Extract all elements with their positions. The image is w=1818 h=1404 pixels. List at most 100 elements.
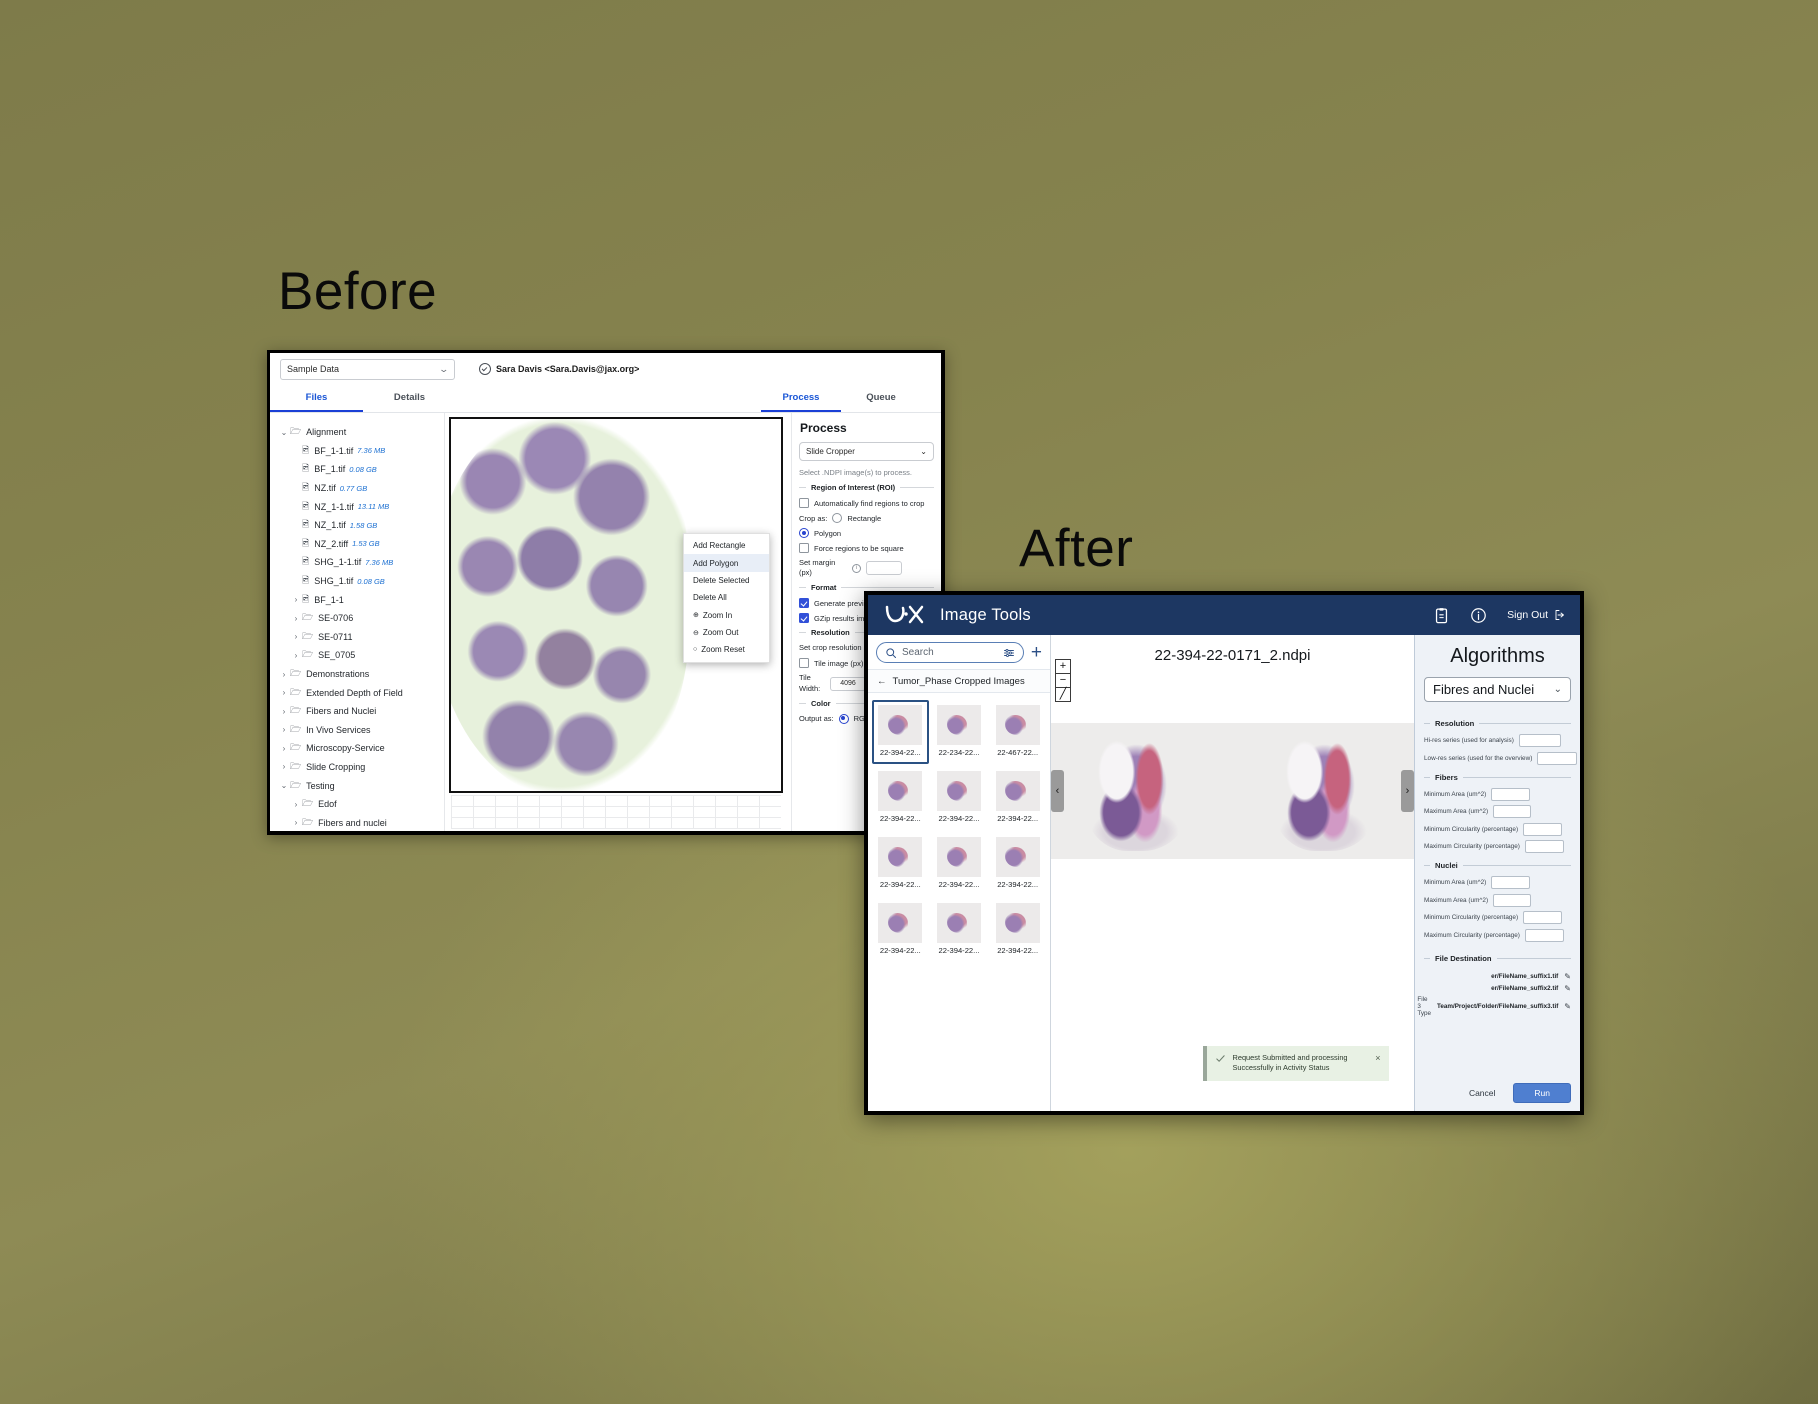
tab-files[interactable]: Files <box>270 385 363 412</box>
context-menu-item[interactable]: ⊕ Zoom In <box>684 607 769 624</box>
parameter-input[interactable] <box>1491 876 1531 889</box>
chevron-right-icon[interactable]: › <box>290 818 302 827</box>
info-icon[interactable]: i <box>852 563 861 573</box>
parameter-input[interactable] <box>1491 787 1531 801</box>
run-button[interactable]: Run <box>1513 1083 1571 1103</box>
thumbnail-item[interactable]: 22-394-22... <box>872 832 929 896</box>
file-tree-item[interactable]: › 🗁 Microscopy-Service <box>270 739 444 758</box>
thumbnail-item[interactable]: 22-394-22... <box>872 766 929 830</box>
thumbnail-item[interactable]: 22-394-22... <box>931 766 988 830</box>
algorithm-select[interactable]: Slide Cropper ⌄ <box>799 442 934 461</box>
context-menu-item[interactable]: Delete All <box>684 589 769 606</box>
chevron-down-icon[interactable]: ⌄ <box>278 781 290 790</box>
chevron-down-icon[interactable]: ⌄ <box>278 428 290 437</box>
parameter-input[interactable] <box>1523 911 1563 924</box>
zoom-in-button[interactable]: + <box>1056 660 1070 674</box>
file-tree-item[interactable]: ⌄ 🗁 Alignment <box>270 423 444 442</box>
file-tree-item[interactable]: 🖻 SHG_1.tif 0.08 GB <box>270 572 444 591</box>
thumbnail-item[interactable]: 22-234-22... <box>931 700 988 764</box>
crop-polygon-radio[interactable] <box>799 528 809 538</box>
sign-out-button[interactable]: Sign Out <box>1507 609 1566 621</box>
breadcrumb[interactable]: ← Tumor_Phase Cropped Images <box>868 669 1050 693</box>
thumbnail-grid[interactable]: 22-394-22... 22-234-22... 22-467-22... 22-3… <box>868 693 1050 1111</box>
generate-preview-checkbox[interactable] <box>799 598 809 609</box>
edit-pencil-icon[interactable]: ✎ <box>1564 984 1571 993</box>
chevron-right-icon[interactable]: › <box>290 651 302 660</box>
filter-settings-icon[interactable] <box>1003 647 1015 659</box>
clipboard-icon[interactable] <box>1433 607 1450 624</box>
tab-process[interactable]: Process <box>761 385 841 412</box>
file-tree-item[interactable]: › 🗁 Fibers and Nuclei <box>270 702 444 721</box>
file-tree-item[interactable]: 🖻 NZ_2.tiff 1.53 GB <box>270 535 444 554</box>
thumbnail-item[interactable]: 22-394-22... <box>989 832 1046 896</box>
gzip-checkbox[interactable] <box>799 613 809 624</box>
file-tree-item[interactable]: › 🗁 Fibers and nuclei <box>270 813 444 831</box>
file-tree-item[interactable]: 🖻 BF_1.tif 0.08 GB <box>270 460 444 479</box>
file-tree-item[interactable]: 🖻 NZ_1.tif 1.58 GB <box>270 516 444 535</box>
project-select[interactable]: Sample Data ⌄ <box>280 358 455 380</box>
slide-viewer[interactable]: ‹ › <box>1051 723 1414 859</box>
parameter-input[interactable] <box>1493 893 1532 907</box>
auto-find-row[interactable]: Automatically find regions to crop <box>799 498 934 508</box>
file-tree-item[interactable]: › 🗁 SE-0711 <box>270 628 444 647</box>
thumbnail-item[interactable]: 22-394-22... <box>872 700 929 764</box>
thumbnail-item[interactable]: 22-394-22... <box>931 898 988 962</box>
output-rgb-radio[interactable] <box>838 713 849 724</box>
tab-queue[interactable]: Queue <box>841 385 921 412</box>
file-tree[interactable]: ⌄ 🗁 Alignment 🖻 BF_1-1.tif 7.36 MB 🖻 BF_1.tif 0.… <box>270 413 445 831</box>
file-tree-item[interactable]: › 🗁 SE_0705 <box>270 646 444 665</box>
thumbnail-item[interactable]: 22-394-22... <box>989 898 1046 962</box>
tile-image-checkbox[interactable] <box>799 658 809 669</box>
chevron-right-icon[interactable]: › <box>290 632 302 641</box>
cancel-button[interactable]: Cancel <box>1461 1084 1503 1102</box>
file-tree-item[interactable]: 🖻 BF_1-1.tif 7.36 MB <box>270 442 444 461</box>
context-menu-item[interactable]: Delete Selected <box>684 572 769 589</box>
chevron-right-icon[interactable]: › <box>278 725 290 734</box>
context-menu-item[interactable]: Add Polygon <box>684 554 769 572</box>
slide-canvas[interactable]: Add Rectangle Add Polygon Delete Selected D… <box>445 413 791 831</box>
chevron-right-icon[interactable]: › <box>278 688 290 697</box>
force-square-checkbox[interactable] <box>799 543 809 553</box>
edit-pencil-icon[interactable]: ✎ <box>1564 1002 1571 1011</box>
force-square-row[interactable]: Force regions to be square <box>799 543 934 553</box>
context-menu[interactable]: Add Rectangle Add Polygon Delete Selected D… <box>683 533 770 663</box>
crop-rectangle-radio[interactable] <box>832 513 843 523</box>
thumbnail-item[interactable]: 22-394-22... <box>989 766 1046 830</box>
info-icon[interactable] <box>1470 607 1487 624</box>
zoom-reset-button[interactable]: ╱ <box>1056 688 1070 701</box>
edit-pencil-icon[interactable]: ✎ <box>1564 972 1571 981</box>
file-tree-item[interactable]: 🖻 NZ.tif 0.77 GB <box>270 479 444 498</box>
set-margin-input[interactable] <box>866 561 902 576</box>
context-menu-item[interactable]: ○ Zoom Reset <box>684 641 769 658</box>
thumbnail-item[interactable]: 22-394-22... <box>872 898 929 962</box>
chevron-right-icon[interactable]: › <box>290 614 302 623</box>
crop-polygon-row[interactable]: Polygon <box>799 528 934 538</box>
context-menu-item[interactable]: ⊖ Zoom Out <box>684 624 769 641</box>
chevron-right-icon[interactable]: › <box>290 595 302 604</box>
zoom-controls[interactable]: + − ╱ <box>1055 659 1071 702</box>
file-tree-item[interactable]: › 🗁 Slide Cropping <box>270 758 444 777</box>
chevron-right-icon[interactable]: › <box>278 744 290 753</box>
chevron-right-icon[interactable]: › <box>290 800 302 809</box>
zoom-out-button[interactable]: − <box>1056 674 1070 688</box>
tab-details[interactable]: Details <box>363 385 456 412</box>
file-tree-item[interactable]: 🖻 NZ_1-1.tif 13.11 MB <box>270 497 444 516</box>
parameter-input[interactable] <box>1537 751 1578 765</box>
parameter-input[interactable] <box>1523 822 1563 836</box>
parameter-input[interactable] <box>1518 734 1561 747</box>
next-image-button[interactable]: › <box>1401 770 1414 812</box>
algorithm-dropdown[interactable]: Fibres and Nuclei ⌄ <box>1424 677 1571 702</box>
file-tree-item[interactable]: › 🗁 In Vivo Services <box>270 721 444 740</box>
previous-image-button[interactable]: ‹ <box>1051 770 1064 812</box>
chevron-right-icon[interactable]: › <box>278 707 290 716</box>
chevron-right-icon[interactable]: › <box>278 762 290 771</box>
parameter-input[interactable] <box>1524 840 1564 853</box>
file-tree-item[interactable]: › 🗁 Demonstrations <box>270 665 444 684</box>
thumbnail-item[interactable]: 22-394-22... <box>931 832 988 896</box>
chevron-right-icon[interactable]: › <box>278 670 290 679</box>
file-tree-item[interactable]: › 🖻 BF_1-1 <box>270 590 444 609</box>
thumbnail-item[interactable]: 22-467-22... <box>989 700 1046 764</box>
add-button[interactable]: + <box>1031 643 1042 662</box>
parameter-input[interactable] <box>1493 805 1532 818</box>
file-tree-item[interactable]: › 🗁 Extended Depth of Field <box>270 683 444 702</box>
